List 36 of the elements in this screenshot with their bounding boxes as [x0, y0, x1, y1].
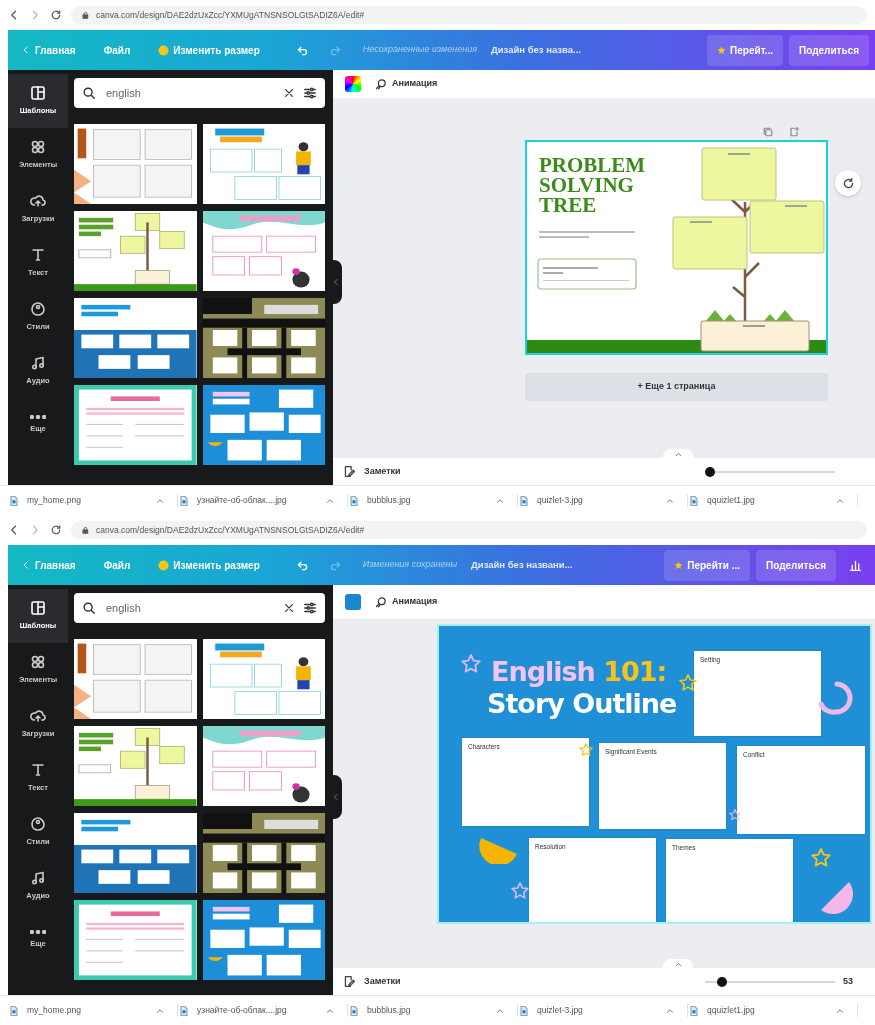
download-item[interactable]: quizlet-3.jpg — [518, 494, 657, 507]
more-pages-button[interactable]: + Еще 1 страница — [525, 373, 828, 401]
design-title: PROBLEM SOLVING TREE — [539, 156, 647, 216]
notes-label[interactable]: Заметки — [364, 974, 401, 989]
zoom-reading: 53 — [843, 974, 854, 988]
url-text: canva.com/design/DAE2dzUxZcc/YXMUgATNSNSOLGtSADIZ6A/edit# — [96, 523, 365, 537]
share-button[interactable]: Поделиться — [789, 34, 869, 66]
share-button[interactable]: Поделиться — [756, 549, 836, 581]
design-page[interactable]: PROBLEM SOLVING TREE — [525, 140, 828, 355]
address-bar[interactable]: canva.com/design/DAE2dzUxZcc/YXMUgATNSNSOLGtSADIZ6A/edit# — [71, 5, 867, 25]
animation-button[interactable]: Анимация — [375, 77, 438, 91]
download-item[interactable]: bubblus.jpg — [348, 1004, 487, 1017]
download-item[interactable]: bubblus.jpg — [348, 494, 487, 507]
upgrade-button[interactable]: Перейти ... — [664, 549, 750, 581]
download-item[interactable]: узнайте-об-облак....jpg — [178, 494, 317, 507]
design-subtitle: Story Outline — [487, 687, 677, 721]
search-input[interactable]: english — [104, 83, 275, 103]
design-name[interactable]: Дизайн без назва... — [490, 42, 581, 58]
design-title: English 101: — [491, 655, 667, 689]
download-item[interactable]: quizlet-3.jpg — [518, 1004, 657, 1017]
upgrade-button[interactable]: Перейт... — [707, 34, 783, 66]
download-item[interactable]: my_home.png — [8, 1004, 147, 1017]
download-item[interactable]: qquizlet1.jpg — [688, 494, 827, 507]
notes-label[interactable]: Заметки — [364, 464, 401, 479]
design-name[interactable]: Дизайн без названи... — [471, 557, 573, 573]
url-text: canva.com/design/DAE2dzUxZcc/YXMUgATNSNSOLGtSADIZ6A/edit# — [96, 8, 365, 22]
search-field[interactable]: english — [74, 593, 325, 623]
search-field[interactable]: english — [74, 78, 325, 108]
download-item[interactable]: my_home.png — [8, 494, 147, 507]
address-bar[interactable]: canva.com/design/DAE2dzUxZcc/YXMUgATNSNSOLGtSADIZ6A/edit# — [71, 520, 867, 540]
animation-button[interactable]: Анимация — [375, 595, 438, 609]
save-status: Несохраненные изменения — [362, 43, 477, 57]
save-status: Изменения сохранены — [362, 558, 458, 572]
download-item[interactable]: qquizlet1.jpg — [688, 1004, 827, 1017]
download-item[interactable]: узнайте-об-облак....jpg — [178, 1004, 317, 1017]
search-input[interactable]: english — [104, 598, 275, 618]
